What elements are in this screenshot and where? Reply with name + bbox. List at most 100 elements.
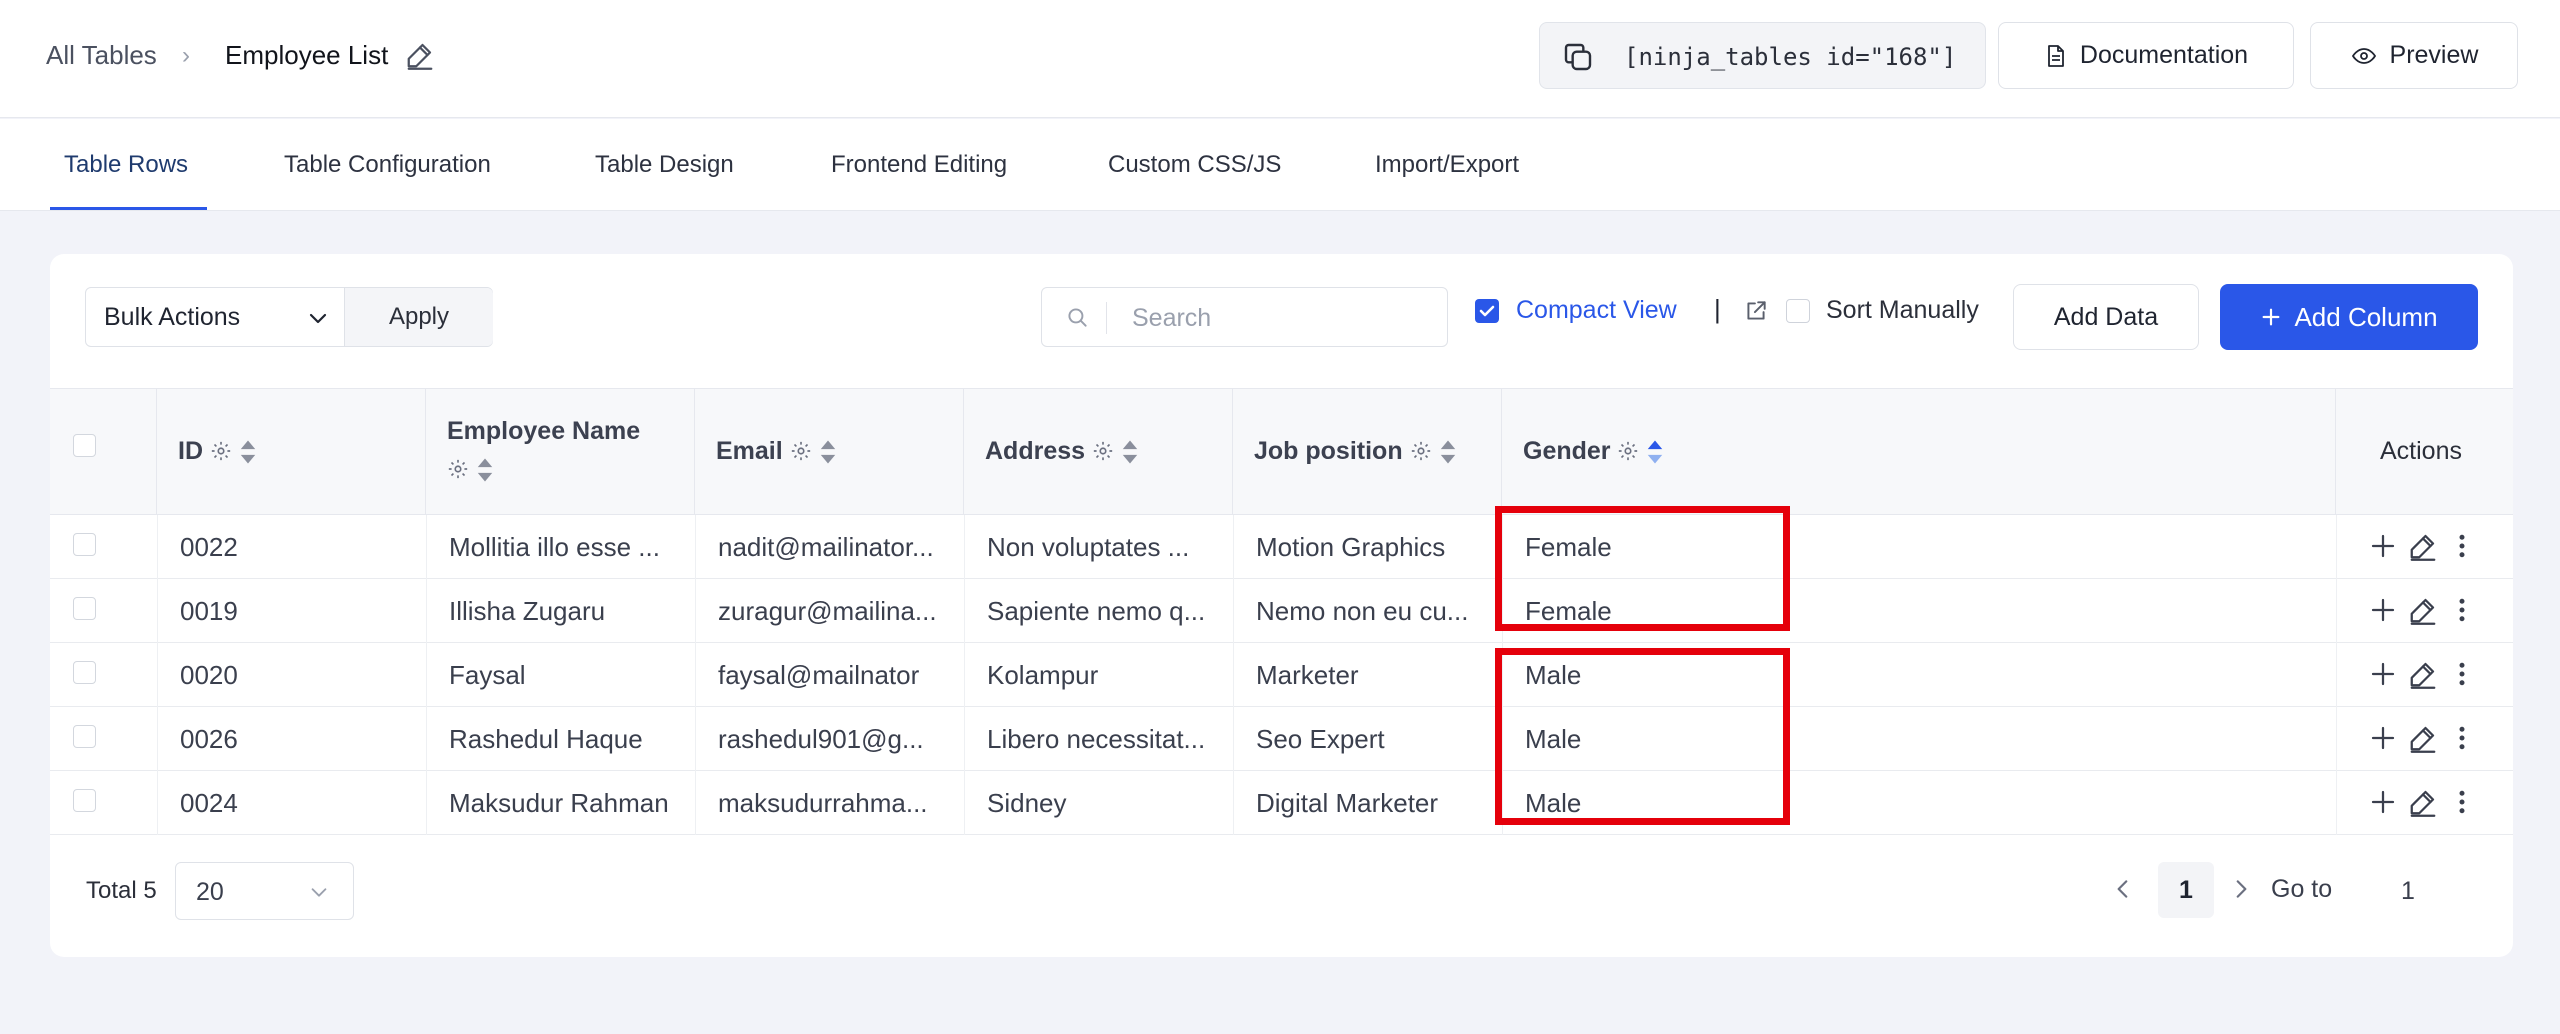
cell-id: 0026	[180, 724, 238, 754]
sort-arrows-icon[interactable]	[239, 439, 257, 465]
previous-page-icon[interactable]	[2110, 876, 2136, 902]
tab-table-configuration[interactable]: Table Configuration	[284, 151, 491, 179]
column-divider	[2336, 707, 2337, 771]
sort-arrows-icon[interactable]	[1121, 439, 1139, 465]
column-header-employee-name[interactable]: Employee Name	[426, 389, 695, 514]
column-header-address[interactable]: Address	[964, 389, 1233, 514]
edit-row-icon[interactable]	[2408, 659, 2438, 689]
cell-id: 0020	[180, 660, 238, 690]
compact-view-checkbox[interactable]	[1475, 299, 1499, 323]
edit-row-icon[interactable]	[2408, 595, 2438, 625]
sort-arrows-icon[interactable]	[476, 457, 494, 483]
edit-row-icon[interactable]	[2408, 787, 2438, 817]
edit-title-pencil-icon[interactable]	[405, 40, 435, 70]
column-label: ID	[178, 437, 203, 465]
column-divider	[2336, 579, 2337, 643]
row-checkbox[interactable]	[73, 661, 96, 684]
table-card: Bulk Actions Apply Compact View | Sort M…	[50, 254, 2513, 957]
compact-view-label[interactable]: Compact View	[1516, 296, 1677, 325]
row-checkbox[interactable]	[73, 597, 96, 620]
edit-row-icon[interactable]	[2408, 531, 2438, 561]
documentation-button[interactable]: Documentation	[1998, 22, 2294, 89]
gear-icon[interactable]	[1617, 440, 1639, 462]
tab-custom-css-js[interactable]: Custom CSS/JS	[1108, 151, 1281, 179]
sort-arrows-icon[interactable]	[819, 439, 837, 465]
sort-manually-label[interactable]: Sort Manually	[1826, 296, 1979, 325]
more-options-icon[interactable]	[2447, 723, 2477, 753]
cell-name: Rashedul Haque	[449, 724, 643, 754]
add-row-icon[interactable]	[2368, 723, 2398, 753]
table-row: 0022 Mollitia illo esse ... nadit@mailinat…	[50, 515, 2513, 579]
table-row: 0026 Rashedul Haque rashedul901@g... Libero…	[50, 707, 2513, 771]
apply-button[interactable]: Apply	[344, 288, 493, 346]
column-divider	[964, 707, 965, 771]
tab-table-rows[interactable]: Table Rows	[64, 151, 188, 179]
copy-icon[interactable]	[1562, 41, 1594, 73]
column-header-id[interactable]: ID	[157, 389, 426, 514]
row-checkbox[interactable]	[73, 533, 96, 556]
search-input[interactable]	[1132, 298, 1432, 338]
column-divider	[426, 643, 427, 707]
gear-icon[interactable]	[1410, 440, 1432, 462]
add-row-icon[interactable]	[2368, 531, 2398, 561]
page-size-select[interactable]: 20	[175, 862, 354, 920]
column-divider	[964, 579, 965, 643]
tab-frontend-editing[interactable]: Frontend Editing	[831, 151, 1007, 179]
cell-name: Illisha Zugaru	[449, 596, 606, 626]
column-divider	[964, 771, 965, 835]
column-divider	[964, 643, 965, 707]
bulk-actions-select[interactable]: Bulk Actions	[104, 303, 240, 332]
column-divider	[426, 579, 427, 643]
more-options-icon[interactable]	[2447, 531, 2477, 561]
chevron-down-icon[interactable]	[306, 306, 330, 330]
more-options-icon[interactable]	[2447, 595, 2477, 625]
column-divider	[695, 707, 696, 771]
cell-address: Libero necessitat...	[987, 724, 1206, 754]
gear-icon[interactable]	[1092, 440, 1114, 462]
column-header-gender[interactable]: Gender	[1502, 389, 2336, 514]
more-options-icon[interactable]	[2447, 787, 2477, 817]
preview-button[interactable]: Preview	[2310, 22, 2518, 89]
gear-icon[interactable]	[447, 458, 469, 480]
more-options-icon[interactable]	[2447, 659, 2477, 689]
table-row: 0024 Maksudur Rahman maksudurrahma... Sidne…	[50, 771, 2513, 835]
column-label: Employee Name	[447, 417, 641, 445]
add-row-icon[interactable]	[2368, 659, 2398, 689]
next-page-icon[interactable]	[2228, 876, 2254, 902]
external-link-icon[interactable]	[1743, 298, 1769, 324]
row-checkbox[interactable]	[73, 789, 96, 812]
row-checkbox[interactable]	[73, 725, 96, 748]
documentation-label: Documentation	[2079, 41, 2249, 69]
column-divider	[1233, 707, 1234, 771]
search-box	[1041, 287, 1448, 347]
column-header-job-position[interactable]: Job position	[1233, 389, 1502, 514]
sort-manually-checkbox[interactable]	[1786, 299, 1810, 323]
cell-id: 0022	[180, 532, 238, 562]
breadcrumb-all-tables[interactable]: All Tables	[46, 40, 157, 71]
column-header-email[interactable]: Email	[695, 389, 964, 514]
goto-page-input[interactable]: 1	[2363, 862, 2453, 920]
cell-name: Mollitia illo esse ...	[449, 532, 660, 562]
add-data-button[interactable]: Add Data	[2013, 284, 2199, 350]
add-row-icon[interactable]	[2368, 595, 2398, 625]
sort-arrows-active-icon[interactable]	[1646, 439, 1664, 465]
column-divider	[2336, 515, 2337, 579]
edit-row-icon[interactable]	[2408, 723, 2438, 753]
add-column-button[interactable]: Add Column	[2220, 284, 2478, 350]
plus-icon	[2263, 308, 2280, 326]
gear-icon[interactable]	[210, 440, 232, 462]
column-label: Actions	[2380, 437, 2462, 465]
search-divider	[1106, 302, 1107, 334]
page-number-current[interactable]: 1	[2158, 862, 2214, 918]
tab-import-export[interactable]: Import/Export	[1375, 151, 1519, 179]
tab-table-design[interactable]: Table Design	[595, 151, 734, 179]
cell-job: Nemo non eu cu...	[1256, 596, 1469, 626]
eye-icon	[2351, 47, 2376, 64]
shortcode-text: [ninja_tables id="168"]	[1624, 43, 1957, 71]
select-all-checkbox[interactable]	[73, 434, 96, 457]
add-row-icon[interactable]	[2368, 787, 2398, 817]
shortcode-box[interactable]: [ninja_tables id="168"]	[1539, 22, 1986, 89]
gear-icon[interactable]	[790, 440, 812, 462]
column-divider	[1233, 515, 1234, 579]
sort-arrows-icon[interactable]	[1439, 439, 1457, 465]
